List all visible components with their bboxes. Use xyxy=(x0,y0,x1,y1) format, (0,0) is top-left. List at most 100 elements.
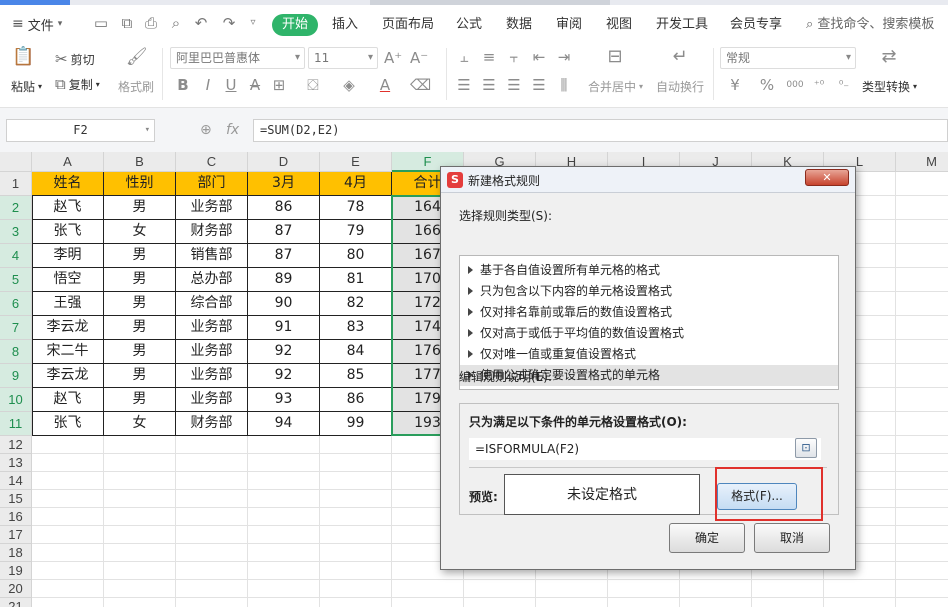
paste-button[interactable]: 粘贴 ▾ xyxy=(11,78,42,95)
table-cell[interactable]: 业务部 xyxy=(176,388,248,412)
number-format-select[interactable]: 常规 xyxy=(720,47,856,69)
table-cell[interactable]: 92 xyxy=(248,364,320,388)
table-cell[interactable]: 86 xyxy=(248,196,320,220)
table-cell[interactable]: 男 xyxy=(104,244,176,268)
cut-button[interactable]: ✂ 剪切 xyxy=(55,50,95,68)
shrink-font-icon[interactable]: A⁻ xyxy=(410,49,428,67)
table-cell[interactable]: 销售部 xyxy=(176,244,248,268)
table-cell[interactable]: 业务部 xyxy=(176,364,248,388)
row-header[interactable]: 10 xyxy=(0,388,32,412)
row-header[interactable]: 15 xyxy=(0,490,32,508)
format-button[interactable]: 格式(F)... xyxy=(717,483,797,510)
table-cell[interactable]: 女 xyxy=(104,220,176,244)
tab-review[interactable]: 审阅 xyxy=(556,14,582,36)
table-cell[interactable]: 李明 xyxy=(32,244,104,268)
rule-type-item[interactable]: 基于各自值设置所有单元格的格式 xyxy=(460,260,838,281)
table-cell[interactable]: 80 xyxy=(320,244,392,268)
header-cell[interactable]: 3月 xyxy=(248,172,320,196)
row-header[interactable]: 3 xyxy=(0,220,32,244)
cancel-button[interactable]: 取消 xyxy=(754,523,830,553)
type-convert-icon[interactable]: ⇄ xyxy=(880,48,898,66)
table-cell[interactable]: 79 xyxy=(320,220,392,244)
table-cell[interactable]: 82 xyxy=(320,292,392,316)
copy-button[interactable]: ⧉ 复制 ▾ xyxy=(55,75,100,93)
tab-insert[interactable]: 插入 xyxy=(332,14,358,36)
table-cell[interactable]: 赵飞 xyxy=(32,196,104,220)
row-header[interactable]: 13 xyxy=(0,454,32,472)
tab-data[interactable]: 数据 xyxy=(506,14,532,36)
table-cell[interactable]: 90 xyxy=(248,292,320,316)
table-cell[interactable]: 财务部 xyxy=(176,412,248,436)
table-cell[interactable]: 王强 xyxy=(32,292,104,316)
table-cell[interactable]: 92 xyxy=(248,340,320,364)
table-cell[interactable]: 91 xyxy=(248,316,320,340)
row-header[interactable]: 4 xyxy=(0,244,32,268)
currency-icon[interactable]: ¥ xyxy=(726,76,744,94)
align-middle-icon[interactable]: ≡ xyxy=(480,48,498,66)
indent-decrease-icon[interactable]: ⇤ xyxy=(530,48,548,66)
table-cell[interactable]: 93 xyxy=(248,388,320,412)
customize-icon[interactable]: ▿ xyxy=(244,14,262,32)
print-icon[interactable]: ⎙ xyxy=(142,14,160,32)
table-cell[interactable]: 87 xyxy=(248,244,320,268)
row-header[interactable]: 19 xyxy=(0,562,32,580)
type-convert-button[interactable]: 类型转换 ▾ xyxy=(862,78,917,95)
name-box[interactable]: F2 xyxy=(6,119,155,142)
row-header[interactable]: 7 xyxy=(0,316,32,340)
print-preview-icon[interactable]: ⌕ xyxy=(167,14,185,32)
justify-icon[interactable]: ☰ xyxy=(530,76,548,94)
decrease-decimal-icon[interactable]: ⁰₋ xyxy=(835,76,853,94)
header-cell[interactable]: 性别 xyxy=(104,172,176,196)
bold-icon[interactable]: B xyxy=(174,76,192,94)
tab-page-layout[interactable]: 页面布局 xyxy=(382,14,434,36)
table-cell[interactable]: 81 xyxy=(320,268,392,292)
align-bottom-icon[interactable]: ⫟ xyxy=(505,48,523,66)
table-cell[interactable]: 男 xyxy=(104,388,176,412)
condition-formula-input[interactable]: =ISFORMULA(F2) xyxy=(469,438,821,460)
redo-icon[interactable]: ↷ xyxy=(220,14,238,32)
row-header[interactable]: 14 xyxy=(0,472,32,490)
table-cell[interactable]: 张飞 xyxy=(32,412,104,436)
align-right-icon[interactable]: ☰ xyxy=(505,76,523,94)
row-header[interactable]: 2 xyxy=(0,196,32,220)
percent-icon[interactable]: % xyxy=(758,76,776,94)
rule-type-item[interactable]: 仅对唯一值或重复值设置格式 xyxy=(460,344,838,365)
table-cell[interactable]: 综合部 xyxy=(176,292,248,316)
table-cell[interactable]: 李云龙 xyxy=(32,316,104,340)
table-cell[interactable]: 84 xyxy=(320,340,392,364)
tab-view[interactable]: 视图 xyxy=(606,14,632,36)
row-header[interactable]: 20 xyxy=(0,580,32,598)
rule-type-item[interactable]: 只为包含以下内容的单元格设置格式 xyxy=(460,281,838,302)
table-cell[interactable]: 男 xyxy=(104,268,176,292)
table-cell[interactable]: 86 xyxy=(320,388,392,412)
align-left-icon[interactable]: ☰ xyxy=(455,76,473,94)
row-header[interactable]: 16 xyxy=(0,508,32,526)
column-header[interactable]: B xyxy=(104,152,176,172)
row-header[interactable]: 11 xyxy=(0,412,32,436)
font-size-select[interactable]: 11 xyxy=(308,47,378,69)
column-header[interactable]: D xyxy=(248,152,320,172)
close-button[interactable]: ✕ xyxy=(805,169,849,186)
select-all-corner[interactable] xyxy=(0,152,32,172)
table-cell[interactable]: 94 xyxy=(248,412,320,436)
italic-icon[interactable]: I xyxy=(199,76,217,94)
merge-center-button[interactable]: 合并居中 ▾ xyxy=(588,78,643,95)
tab-home[interactable]: 开始 xyxy=(272,14,319,36)
table-cell[interactable]: 85 xyxy=(320,364,392,388)
indent-increase-icon[interactable]: ⇥ xyxy=(555,48,573,66)
underline-icon[interactable]: U xyxy=(222,76,240,94)
tab-member[interactable]: 会员专享 xyxy=(730,14,782,36)
wrap-text-button[interactable]: 自动换行 xyxy=(656,78,704,95)
column-header[interactable]: M xyxy=(896,152,948,172)
header-cell[interactable]: 4月 xyxy=(320,172,392,196)
distribute-icon[interactable]: ⫼ xyxy=(555,76,573,94)
row-header[interactable]: 5 xyxy=(0,268,32,292)
file-menu[interactable]: ≡ 文件 ▾ xyxy=(12,14,62,34)
range-picker-icon[interactable]: ⊡ xyxy=(795,438,817,458)
row-header[interactable]: 1 xyxy=(0,172,32,196)
tab-developer[interactable]: 开发工具 xyxy=(656,14,708,36)
fx-icon[interactable]: fx xyxy=(226,122,239,138)
ok-button[interactable]: 确定 xyxy=(669,523,745,553)
row-header[interactable]: 6 xyxy=(0,292,32,316)
font-color-icon[interactable]: A xyxy=(376,76,394,94)
